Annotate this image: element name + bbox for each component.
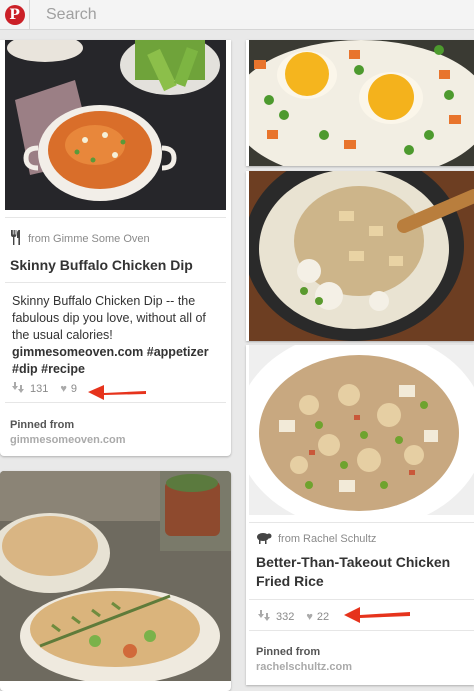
pin-image-rice-pan[interactable] xyxy=(249,171,474,341)
pinterest-logo[interactable]: P xyxy=(0,0,30,30)
description-line: Skinny Buffalo Chicken Dip -- the xyxy=(12,294,196,308)
pin-title-line: Better-Than-Takeout Chicken xyxy=(256,554,451,570)
pin-description: Skinny Buffalo Chicken Dip -- the fabulo… xyxy=(12,293,227,378)
pin-title-line: Fried Rice xyxy=(256,573,324,589)
divider xyxy=(249,630,474,631)
description-hashtags[interactable]: #dip #recipe xyxy=(12,361,227,378)
pin-stats: 131 ♥ 9 xyxy=(12,382,81,396)
description-line: the usual calories! xyxy=(12,328,113,342)
pin-title[interactable]: Better-Than-Takeout Chicken Fried Rice xyxy=(256,553,471,591)
description-hashtags[interactable]: gimmesomeoven.com #appetizer xyxy=(12,344,227,361)
top-bar: P xyxy=(0,0,474,30)
divider xyxy=(249,522,474,523)
fork-knife-icon xyxy=(10,230,22,248)
heart-icon[interactable]: ♥ xyxy=(306,611,313,623)
pinned-from-link[interactable]: rachelschultz.com xyxy=(256,661,352,673)
pin-source-text: from Rachel Schultz xyxy=(278,533,377,545)
repin-count: 131 xyxy=(30,383,49,395)
pin-title[interactable]: Skinny Buffalo Chicken Dip xyxy=(10,256,193,275)
pinterest-p-icon: P xyxy=(4,4,25,25)
pin-card-pot-pie[interactable] xyxy=(0,471,231,691)
divider xyxy=(249,599,474,600)
pin-image-pot-pie[interactable] xyxy=(0,471,231,681)
heart-icon[interactable]: ♥ xyxy=(60,383,67,395)
red-arrow-annotation xyxy=(88,385,146,400)
pin-source[interactable]: from Rachel Schultz xyxy=(256,531,376,547)
search-input[interactable] xyxy=(30,0,474,30)
repin-icon[interactable] xyxy=(12,382,26,396)
sheep-icon xyxy=(256,531,272,547)
repin-count: 332 xyxy=(276,611,295,623)
pinned-from-label: Pinned from xyxy=(256,646,321,658)
pin-image-fried-rice[interactable] xyxy=(249,345,474,515)
pinned-from-label: Pinned from xyxy=(10,419,75,431)
pin-image-eggs[interactable] xyxy=(249,40,474,166)
description-line: fabulous dip you love, without all of xyxy=(12,311,206,325)
red-arrow-annotation xyxy=(344,607,410,623)
divider xyxy=(5,282,226,283)
divider xyxy=(5,217,226,218)
pin-card-fried-rice[interactable]: from Rachel Schultz Better-Than-Takeout … xyxy=(246,345,474,685)
pinned-from-link[interactable]: gimmesomeoven.com xyxy=(10,434,126,446)
like-count: 9 xyxy=(70,383,78,395)
pin-image-buffalo-dip[interactable] xyxy=(5,40,226,210)
like-count: 22 xyxy=(316,611,330,623)
pin-card-eggs[interactable] xyxy=(246,40,474,166)
pin-source-text: from Gimme Some Oven xyxy=(28,233,150,245)
pin-card-rice-pan[interactable] xyxy=(246,171,474,341)
pin-stats: 332 ♥ 22 xyxy=(258,610,333,624)
pin-source[interactable]: from Gimme Some Oven xyxy=(10,230,150,248)
repin-icon[interactable] xyxy=(258,610,272,624)
